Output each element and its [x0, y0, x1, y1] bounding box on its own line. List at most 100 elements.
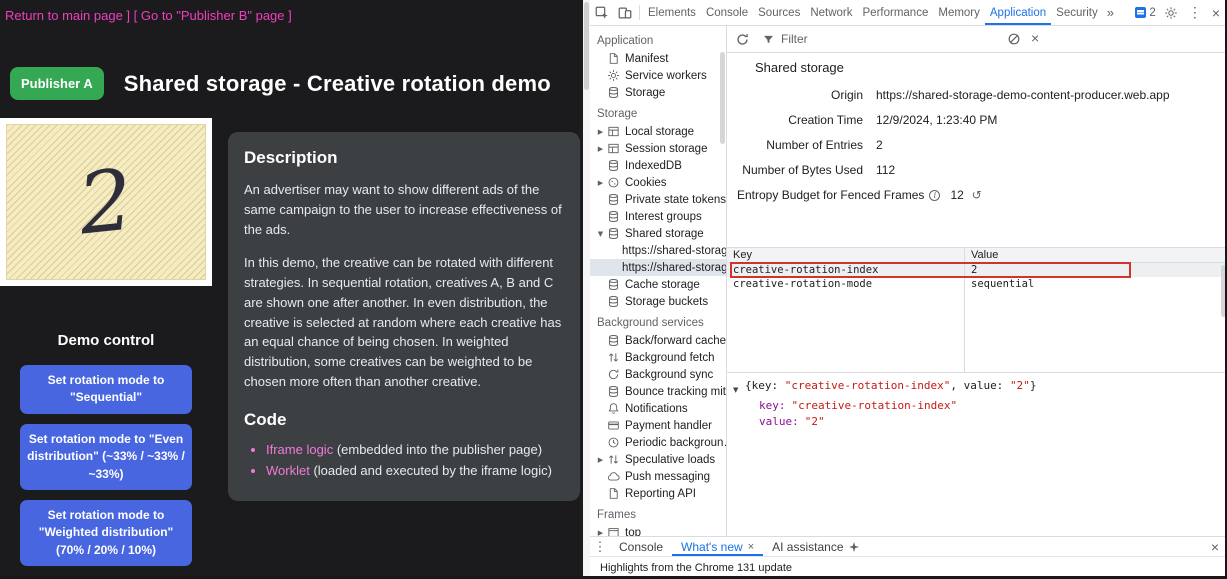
tab-performance[interactable]: Performance: [858, 0, 934, 25]
column-header-value[interactable]: Value: [964, 249, 1227, 261]
kebab-menu-icon[interactable]: ⋮: [1183, 4, 1207, 21]
sidebar-item-background-sync[interactable]: Background sync: [590, 366, 726, 383]
info-icon[interactable]: i: [929, 190, 940, 201]
publisher-b-link[interactable]: Go to "Publisher B" page: [141, 8, 285, 23]
screen: Return to main page ] [ Go to "Publisher…: [0, 0, 1227, 579]
chevron-right-icon[interactable]: ▶: [595, 145, 606, 153]
chevron-right-icon[interactable]: ▶: [595, 456, 606, 464]
device-toolbar-icon[interactable]: [613, 0, 636, 25]
sidebar-item-label: Private state tokens: [625, 194, 726, 206]
refresh-icon[interactable]: [735, 32, 750, 47]
sidebar-item-payment-handler[interactable]: Payment handler: [590, 417, 726, 434]
scrollbar-thumb[interactable]: [584, 2, 589, 90]
close-icon[interactable]: ×: [1031, 30, 1039, 46]
drawer-kebab-icon[interactable]: ⋮: [590, 537, 610, 556]
devtools-drawer: ⋮ Console What's new× AI assistance ×: [590, 536, 1227, 556]
sidebar-item-reporting-api[interactable]: Reporting API: [590, 485, 726, 502]
more-tabs-icon[interactable]: »: [1103, 0, 1118, 25]
preview-property-row: value:"2": [733, 414, 1227, 430]
set-sequential-button[interactable]: Set rotation mode to "Sequential": [20, 365, 192, 414]
meta-label: Origin: [737, 88, 863, 102]
set-weighted-distribution-button[interactable]: Set rotation mode to "Weighted distribut…: [20, 500, 192, 566]
cookie-icon: [606, 176, 620, 190]
chevron-down-icon[interactable]: ▼: [595, 230, 606, 238]
divider: [639, 5, 640, 20]
chevron-down-icon[interactable]: ▼: [733, 378, 745, 398]
worklet-link[interactable]: Worklet: [266, 463, 310, 478]
sidebar-item-background-fetch[interactable]: Background fetch: [590, 349, 726, 366]
tab-elements[interactable]: Elements: [643, 0, 701, 25]
issues-counter[interactable]: 2: [1131, 7, 1159, 19]
chevron-right-icon[interactable]: ▶: [595, 529, 606, 537]
inspect-icon[interactable]: [590, 0, 613, 25]
block-clear-icon[interactable]: [1007, 32, 1021, 46]
publisher-badge: Publisher A: [10, 67, 104, 100]
drawer-tab-console[interactable]: Console: [610, 537, 672, 556]
database-icon: [606, 385, 620, 399]
page-scrollbar[interactable]: [583, 0, 590, 579]
tab-network[interactable]: Network: [805, 0, 857, 25]
preview-object-row[interactable]: ▼{key: "creative-rotation-index", value:…: [733, 378, 1227, 398]
tab-console[interactable]: Console: [701, 0, 753, 25]
database-icon: [606, 295, 620, 309]
table-scrollbar-thumb[interactable]: [1221, 265, 1226, 317]
sidebar-item-indexeddb[interactable]: IndexedDB: [590, 157, 726, 174]
sidebar-scrollbar-thumb[interactable]: [720, 52, 725, 144]
table-row[interactable]: creative-rotation-mode sequential: [727, 277, 1227, 291]
sidebar-item-bounce-tracking[interactable]: Bounce tracking miti…: [590, 383, 726, 400]
tabbar-right-controls: 2 ⋮ ×: [1131, 0, 1227, 25]
sidebar-item-storage-buckets[interactable]: Storage buckets: [590, 293, 726, 310]
sidebar-item-service-workers[interactable]: Service workers: [590, 67, 726, 84]
sidebar-item-label: Bounce tracking miti…: [625, 386, 726, 398]
sidebar-item-cookies[interactable]: ▶Cookies: [590, 174, 726, 191]
ad-creative-frame[interactable]: 2: [0, 118, 212, 286]
sidebar-item-interest-groups[interactable]: Interest groups: [590, 208, 726, 225]
sidebar-item-label: Payment handler: [625, 420, 712, 432]
description-paragraph: In this demo, the creative can be rotate…: [244, 253, 564, 391]
whats-new-title: Highlights from the Chrome 131 update: [600, 562, 792, 574]
sidebar-item-top-frame[interactable]: ▶top: [590, 524, 726, 536]
sidebar-item-periodic-background-sync[interactable]: Periodic backgroun…: [590, 434, 726, 451]
tab-security[interactable]: Security: [1051, 0, 1103, 25]
tab-sources[interactable]: Sources: [753, 0, 805, 25]
sidebar-item-cache-storage[interactable]: Cache storage: [590, 276, 726, 293]
set-even-distribution-button[interactable]: Set rotation mode to "Even distribution"…: [20, 424, 192, 490]
drawer-tab-whats-new[interactable]: What's new×: [672, 537, 763, 556]
close-drawer-icon[interactable]: ×: [1203, 537, 1227, 556]
sidebar-item-label: Shared storage: [625, 228, 704, 240]
sidebar-item-storage[interactable]: Storage: [590, 84, 726, 101]
sidebar-item-notifications[interactable]: Notifications: [590, 400, 726, 417]
drawer-tab-ai-assistance[interactable]: AI assistance: [763, 537, 867, 556]
sidebar-item-push-messaging[interactable]: Push messaging: [590, 468, 726, 485]
sidebar-item-local-storage[interactable]: ▶ Local storage: [590, 123, 726, 140]
sidebar-item-speculative-loads[interactable]: ▶Speculative loads: [590, 451, 726, 468]
sidebar-item-back-forward-cache[interactable]: Back/forward cache: [590, 332, 726, 349]
filter-control[interactable]: Filter: [762, 32, 808, 46]
sidebar-item-label: Reporting API: [625, 488, 696, 500]
cell-key: creative-rotation-index: [727, 264, 964, 276]
close-tab-icon[interactable]: ×: [748, 541, 754, 553]
reset-budget-icon[interactable]: ↺: [972, 188, 982, 202]
database-icon: [606, 278, 620, 292]
close-devtools-icon[interactable]: ×: [1207, 5, 1225, 21]
sidebar-item-session-storage[interactable]: ▶Session storage: [590, 140, 726, 157]
sidebar-item-manifest[interactable]: Manifest: [590, 50, 726, 67]
return-main-page-link[interactable]: Return to main page: [5, 8, 123, 23]
sidebar-item-label: https://shared-storage…: [622, 262, 726, 274]
sidebar-item-shared-storage-origin[interactable]: https://shared-storage…: [590, 242, 726, 259]
creative-column: 2 Demo control Set rotation mode to "Seq…: [0, 118, 212, 566]
sidebar-item-label: Local storage: [625, 126, 694, 138]
tab-application[interactable]: Application: [985, 0, 1051, 25]
sidebar-item-private-state-tokens[interactable]: Private state tokens: [590, 191, 726, 208]
chevron-right-icon[interactable]: ▶: [595, 128, 606, 136]
meta-row-number-of-entries: Number of Entries2: [737, 138, 1215, 152]
tab-memory[interactable]: Memory: [933, 0, 985, 25]
iframe-logic-link[interactable]: Iframe logic: [266, 442, 333, 457]
column-header-key[interactable]: Key: [727, 249, 964, 261]
sidebar-item-shared-storage[interactable]: ▼ Shared storage: [590, 225, 726, 242]
issues-icon: [1135, 7, 1146, 18]
table-row[interactable]: creative-rotation-index 2: [727, 263, 1227, 277]
chevron-right-icon[interactable]: ▶: [595, 179, 606, 187]
sidebar-item-shared-storage-origin-selected[interactable]: https://shared-storage…: [590, 259, 726, 276]
settings-gear-icon[interactable]: [1160, 6, 1183, 20]
